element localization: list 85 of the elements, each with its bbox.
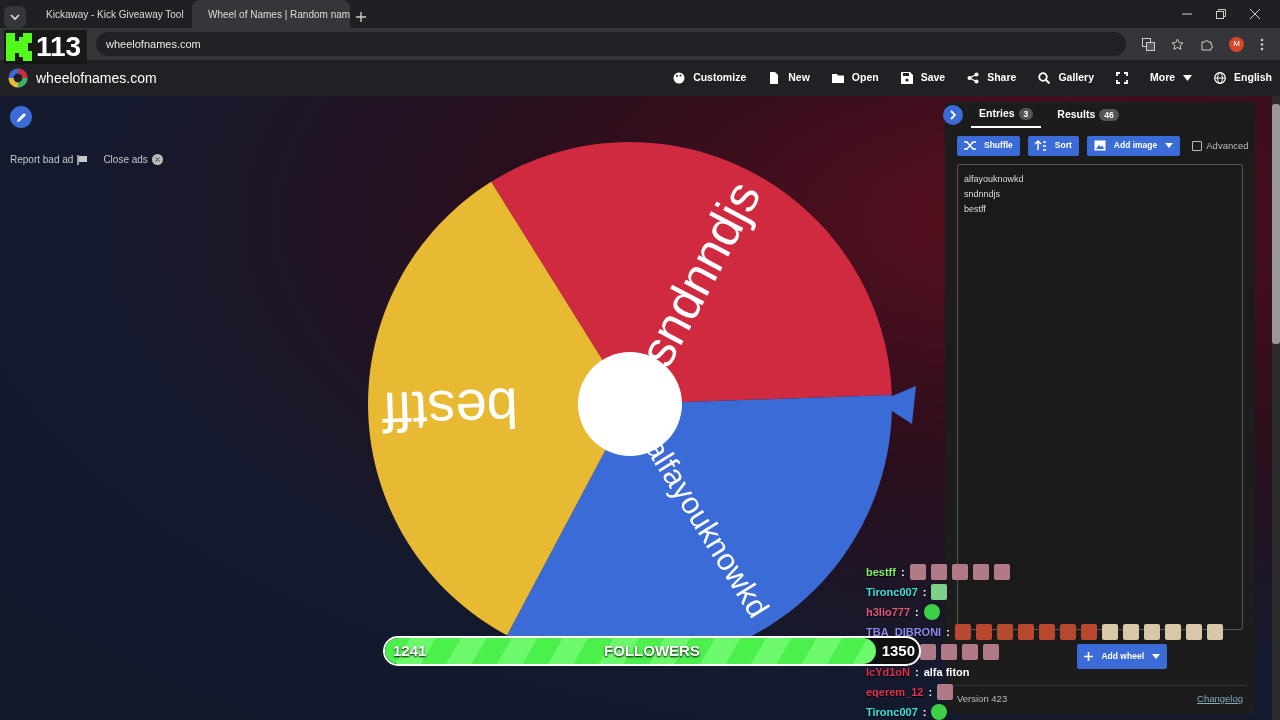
emote-icon (962, 644, 978, 660)
globe-icon (1214, 72, 1227, 84)
caret-icon (1165, 143, 1174, 149)
version-text: Version 423 (957, 691, 1008, 706)
shuffle-icon (964, 140, 976, 152)
tab-title: Wheel of Names | Random nam (208, 7, 350, 22)
emote-icon (983, 644, 999, 660)
checkbox-label: Advanced (1206, 138, 1249, 153)
chat-username: Tironc007 (866, 584, 918, 600)
toolbar-button[interactable]: Shuffle (957, 135, 1020, 156)
plus-icon (1084, 651, 1094, 661)
chat-username: eqerem_12 (866, 684, 924, 700)
follower-count: 1241 (393, 641, 427, 661)
edit-button[interactable] (10, 106, 32, 128)
menu-button[interactable]: Save (900, 70, 946, 86)
translate-icon[interactable] (1142, 37, 1155, 51)
browser-tab[interactable]: Kickaway - Kick Giveaway Tool (30, 0, 188, 28)
chat-username: h3lio777 (866, 604, 911, 620)
tab-list-icon[interactable] (4, 6, 26, 28)
fullscreen-icon[interactable] (1116, 72, 1128, 84)
floppy-icon (900, 72, 913, 84)
emote-icon (941, 644, 957, 660)
scrollbar-thumb[interactable] (1272, 104, 1280, 344)
add-wheel-button[interactable]: Add wheel (1077, 643, 1167, 669)
sort-icon (1034, 140, 1047, 152)
flag-icon (77, 154, 88, 165)
separator-text: : (928, 684, 933, 700)
url-text: wheelofnames.com (106, 36, 201, 52)
site-title: wheelofnames.com (36, 68, 157, 88)
viewer-count: 113 (36, 30, 82, 64)
search-icon (1038, 72, 1051, 84)
separator-text: : (900, 564, 905, 580)
caret-icon (1152, 653, 1160, 659)
chevron-right-icon (949, 109, 957, 120)
browser-tab[interactable]: Wheel of Names | Random nam (192, 0, 350, 28)
chat-username: lcYd1oN (866, 664, 910, 680)
wheel-logo-icon (8, 68, 28, 88)
wheel-slice-label: bestff (381, 376, 520, 445)
menu-button[interactable]: New (768, 70, 810, 86)
image-icon (1093, 140, 1106, 152)
share-icon (967, 72, 980, 84)
chat-username: Tironc007 (866, 704, 918, 720)
goal-count: 1350 (881, 641, 915, 661)
file-icon (768, 72, 781, 84)
panel-tab[interactable]: Results 46 (1049, 103, 1127, 127)
k-logo-icon (6, 33, 32, 61)
report-ad-link[interactable]: Report bad ad (10, 152, 88, 167)
separator-text: : (922, 704, 927, 720)
star-icon[interactable] (1171, 37, 1184, 51)
tab-title: Kickaway - Kick Giveaway Tool (46, 7, 184, 22)
menu-button[interactable]: Open (831, 70, 879, 86)
dropdown-button[interactable]: Add image (1086, 135, 1181, 156)
address-bar[interactable]: wheelofnames.com (96, 32, 1126, 56)
chat-username: TBA_DIBRONI (866, 624, 942, 640)
restore-icon[interactable] (1216, 9, 1226, 19)
emote-icon (937, 684, 954, 700)
chat-message: alfa fiton (923, 664, 970, 680)
toolbar-button[interactable]: Sort (1027, 135, 1079, 156)
separator-text: : (946, 624, 950, 640)
entries-field[interactable]: alfayouknowkd sndnndjs bestff (957, 163, 1243, 630)
puzzle-icon[interactable] (1200, 37, 1213, 51)
folder-icon (831, 72, 844, 84)
profile-avatar[interactable]: M (1229, 36, 1244, 52)
panel-tab[interactable]: Entries 3 (971, 102, 1042, 128)
checkbox[interactable] (1192, 140, 1203, 151)
close-ads-link[interactable]: Close ads (103, 152, 163, 167)
close-icon[interactable] (1250, 9, 1260, 19)
emote-icon (931, 584, 948, 600)
menu-button[interactable]: Gallery (1038, 70, 1094, 86)
separator-text: : (915, 604, 919, 620)
collapse-button[interactable] (943, 104, 963, 125)
menu-button[interactable]: Customize (673, 70, 747, 86)
chat-username: bestff (866, 564, 896, 580)
separator-text: : (922, 584, 927, 600)
kebab-menu-icon[interactable] (1260, 37, 1264, 51)
goal-label: FOLLOWERS (604, 641, 700, 661)
menu-button[interactable]: Share (967, 70, 1017, 86)
pencil-icon (15, 111, 27, 123)
emote-icon (920, 644, 936, 660)
caret-icon (1183, 75, 1193, 81)
dropdown-button[interactable]: More (1150, 70, 1193, 86)
separator-text: : (915, 664, 919, 680)
changelog-link[interactable]: Changelog (1197, 691, 1243, 706)
close-icon (151, 154, 163, 165)
menu-button[interactable]: English (1214, 70, 1272, 86)
